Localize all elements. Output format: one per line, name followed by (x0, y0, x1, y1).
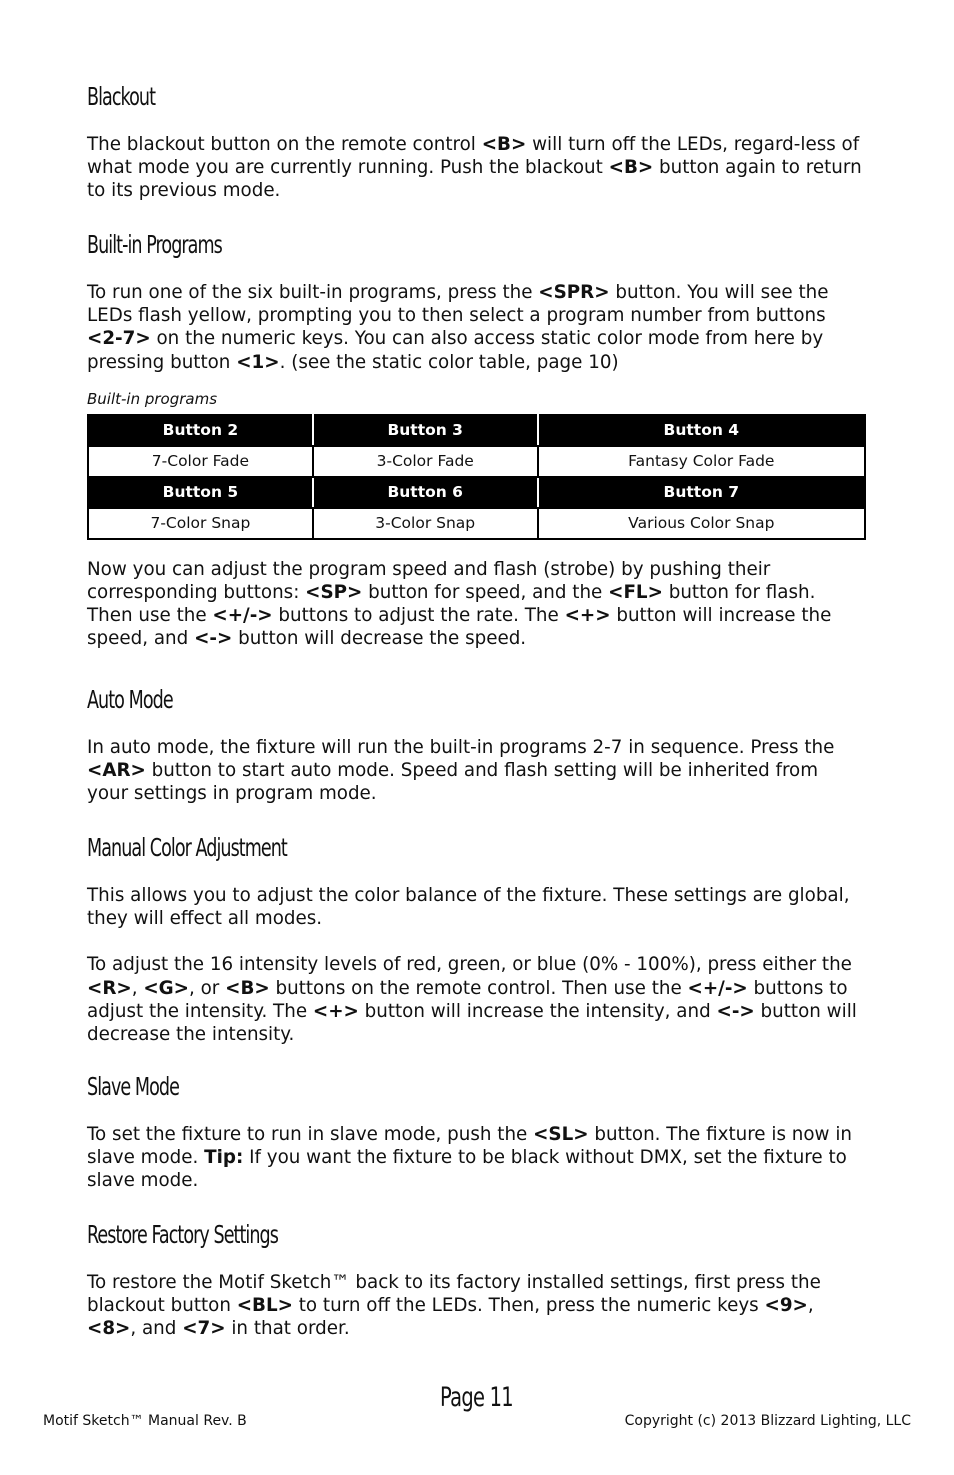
bold-key: <1> (236, 351, 280, 373)
paragraph: To restore the Motif Sketch™ back to its… (87, 1272, 821, 1340)
bold-key: <BL> (236, 1295, 293, 1317)
footer-manual-title: Motif Sketch™ Manual Rev. B (43, 1413, 247, 1429)
bold-key: <-> (716, 1000, 755, 1022)
table-cell: Fantasy Color Fade (536, 444, 867, 478)
bold-key: <G> (143, 977, 189, 999)
bold-key: <B> (608, 157, 654, 179)
table-caption: Built-in programs (87, 389, 218, 408)
bold-key: Tip: (204, 1147, 244, 1169)
bold-key: <AR> (87, 760, 146, 782)
table-row: 7-Color Snap 3-Color Snap Various Color … (87, 506, 867, 540)
section-title: Built-in Programs (87, 230, 223, 259)
footer-copyright: Copyright (c) 2013 Blizzard Lighting, LL… (624, 1413, 911, 1429)
paragraph: To set the fixture to run in slave mode,… (87, 1124, 852, 1192)
section-auto-mode: Auto Mode In auto mode, the fixture will… (87, 681, 862, 806)
table-header-cell: Button 4 (536, 413, 867, 447)
bold-key: <SL> (533, 1124, 589, 1145)
table-header-cell: Button 5 (87, 475, 314, 509)
bold-key: <2-7> (87, 328, 151, 350)
bold-key: <FL> (608, 582, 663, 604)
section-builtin-programs: Built-in Programs To run one of the six … (87, 226, 867, 651)
section-blackout: Blackout The blackout button on the remo… (87, 78, 862, 203)
section-manual-color: Manual Color Adjustment This allows you … (87, 829, 862, 1046)
section-title: Auto Mode (87, 685, 174, 714)
table-cell: 7-Color Fade (87, 444, 314, 478)
table-cell: Various Color Snap (536, 506, 867, 540)
bold-key: <+/-> (212, 605, 273, 627)
table-header-cell: Button 2 (87, 413, 314, 447)
paragraph: In auto mode, the fixture will run the b… (87, 737, 835, 805)
paragraph: This allows you to adjust the color bala… (87, 885, 850, 930)
paragraph: To adjust the 16 intensity levels of red… (87, 954, 857, 1046)
table-header-cell: Button 3 (311, 413, 539, 447)
table-cell: 3-Color Snap (311, 506, 539, 540)
page-number: Page 11 (440, 1382, 514, 1413)
section-title: Slave Mode (87, 1072, 180, 1101)
bold-key: <B> (481, 134, 527, 155)
table-row: 7-Color Fade 3-Color Fade Fantasy Color … (87, 444, 867, 478)
section-title: Manual Color Adjustment (87, 833, 288, 862)
bold-key: <-> (194, 628, 233, 650)
bold-key: <8> (87, 1318, 131, 1340)
table-header-row: Button 5 Button 6 Button 7 (87, 475, 867, 509)
bold-key: <+> (312, 1000, 359, 1022)
bold-key: <B> (225, 977, 270, 999)
paragraph: To run one of the six built-in programs,… (87, 282, 829, 373)
section-slave-mode: Slave Mode To set the fixture to run in … (87, 1068, 862, 1193)
section-title: Blackout (87, 82, 156, 111)
paragraph: Now you can adjust the program speed and… (87, 558, 832, 650)
table-cell: 3-Color Fade (311, 444, 539, 478)
bold-key: <SPR> (538, 282, 610, 303)
paragraph: The blackout button on the remote contro… (87, 134, 862, 202)
section-restore-factory: Restore Factory Settings To restore the … (87, 1216, 862, 1341)
table-header-row: Button 2 Button 3 Button 4 (87, 413, 867, 447)
table-header-cell: Button 6 (311, 475, 539, 509)
table-cell: 7-Color Snap (87, 506, 314, 540)
bold-key: <9> (764, 1295, 808, 1317)
bold-key: <R> (87, 977, 132, 999)
bold-key: <+> (564, 605, 611, 627)
bold-key: <7> (182, 1318, 226, 1340)
bold-key: <SP> (305, 582, 363, 604)
table-header-cell: Button 7 (536, 475, 867, 509)
bold-key: <+/-> (687, 977, 748, 999)
programs-table: Button 2 Button 3 Button 4 7-Color Fade … (87, 413, 867, 540)
section-title: Restore Factory Settings (87, 1220, 279, 1249)
